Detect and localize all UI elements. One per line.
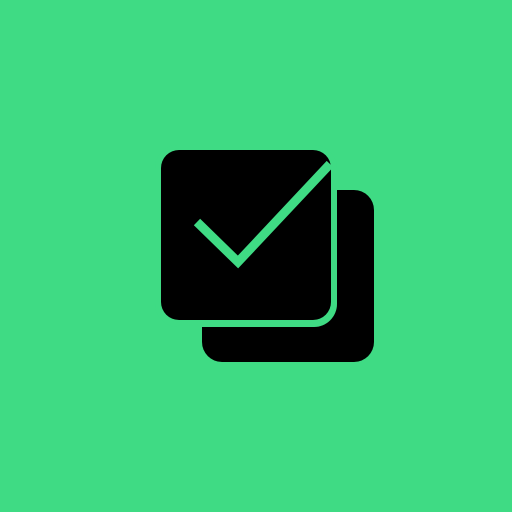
app-icon-canvas (0, 0, 512, 512)
stacked-checkbox-icon (0, 0, 512, 512)
front-card (161, 150, 331, 320)
